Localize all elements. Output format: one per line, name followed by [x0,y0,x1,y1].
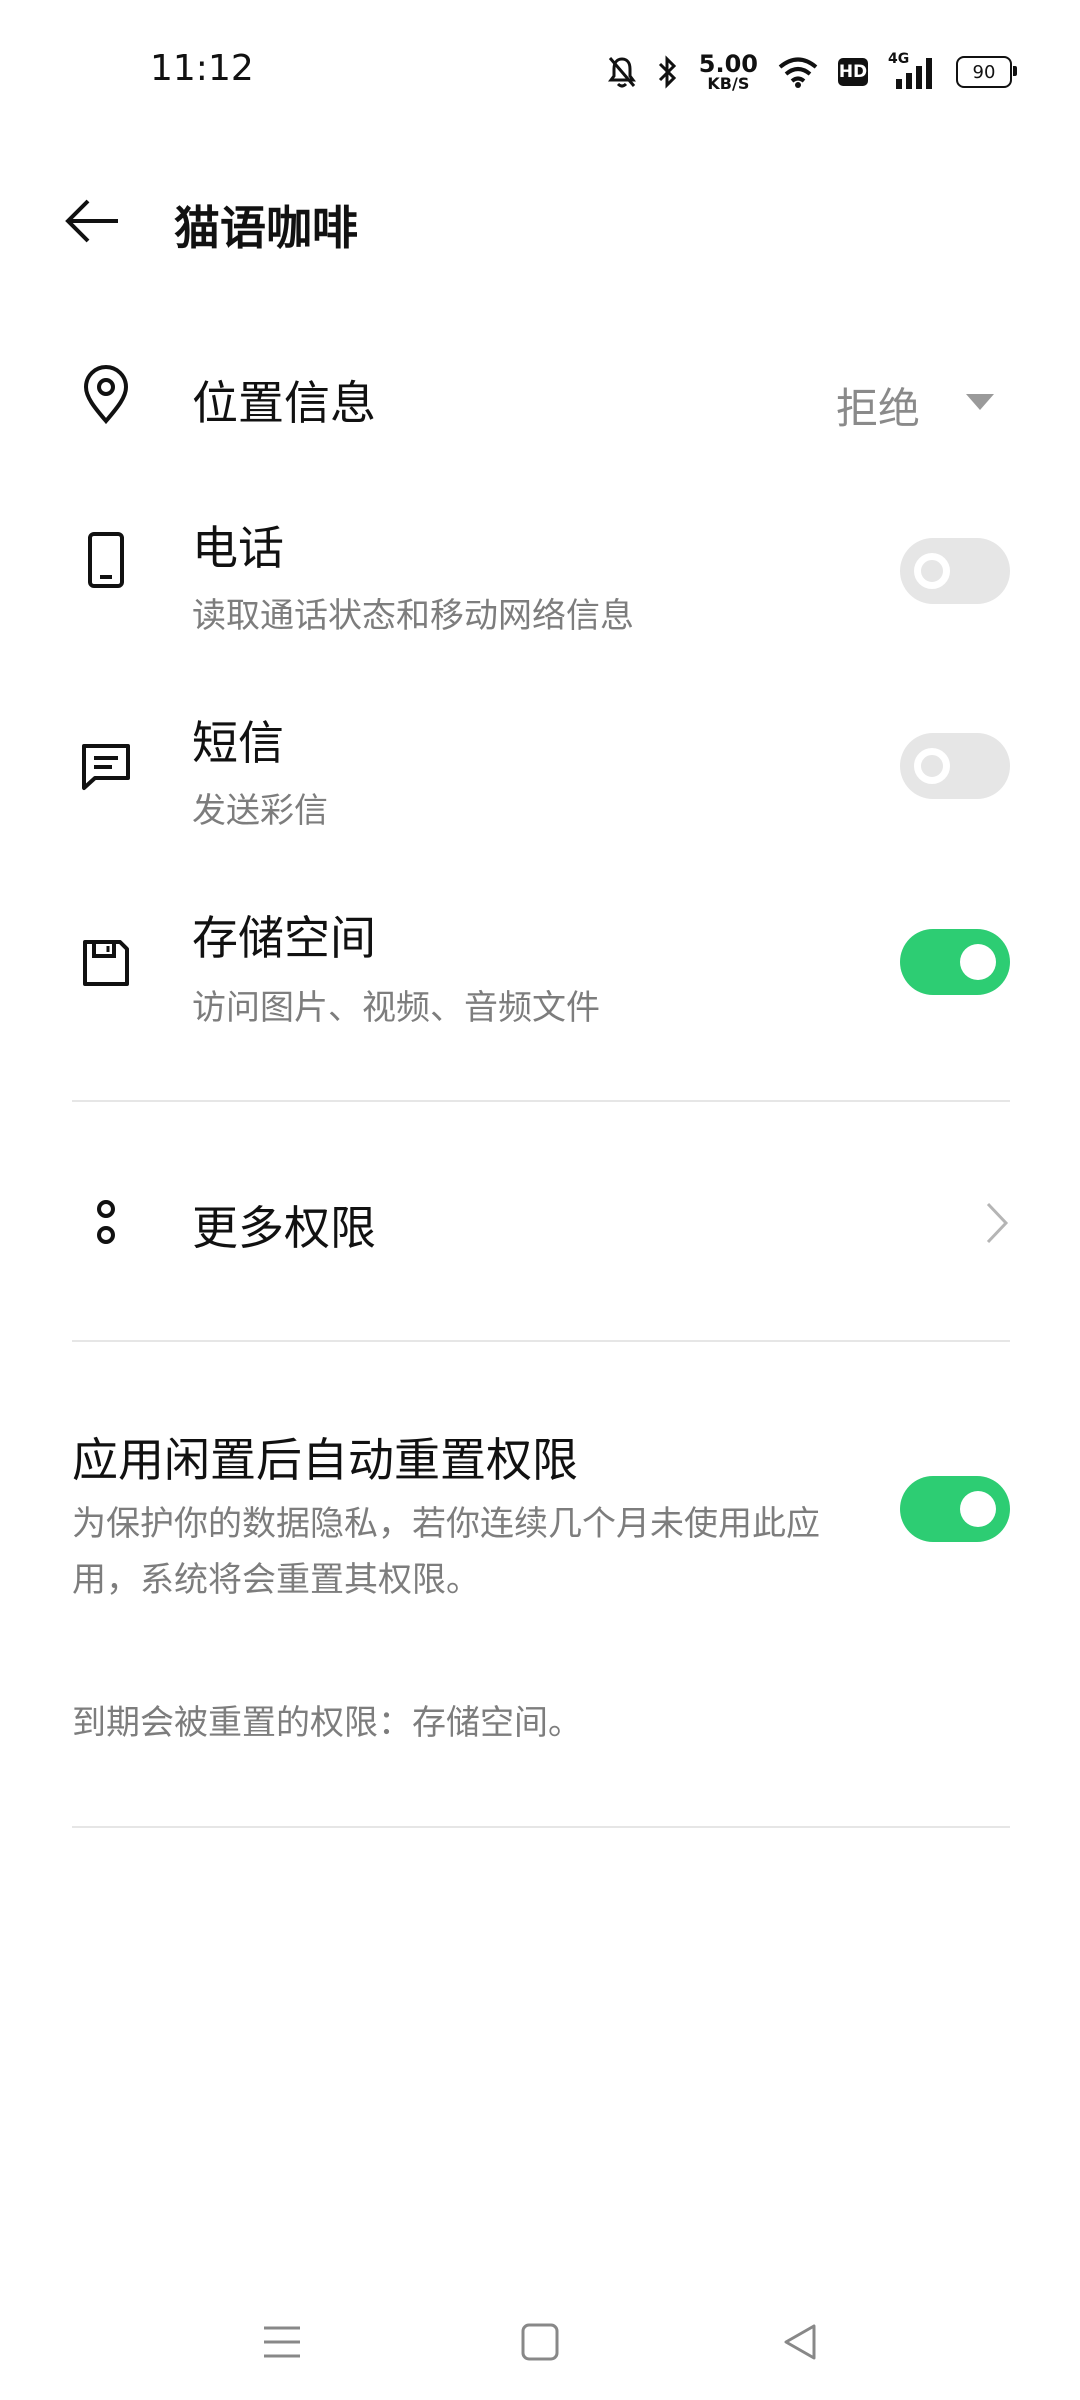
toggle-knob [960,944,996,980]
more-dots-icon [76,1192,136,1252]
network-speed-unit: KB/S [707,74,750,93]
toggle-knob [914,553,950,589]
permission-title-sms: 短信 [192,716,284,770]
storage-permission-toggle[interactable] [900,929,1010,995]
permission-title-storage: 存储空间 [192,911,376,965]
menu-nav-button[interactable] [252,2312,312,2372]
battery-icon: 90 [956,56,1017,88]
message-icon [76,737,136,797]
permission-title-phone: 电话 [192,521,284,575]
home-square-icon [521,2323,559,2361]
network-speed: 5.00 KB/S [699,52,758,92]
divider [72,1100,1010,1102]
page-title: 猫语咖啡 [174,201,358,255]
auto-reset-toggle[interactable] [900,1476,1010,1542]
more-permissions-title: 更多权限 [192,1201,376,1255]
back-triangle-icon [784,2324,816,2360]
more-permissions-row[interactable] [0,1160,1080,1280]
status-time: 11:12 [150,48,254,89]
status-icons: 5.00 KB/S HD 4G 90 [607,50,1017,94]
menu-icon [264,2326,300,2358]
storage-icon [76,933,136,993]
sms-permission-toggle[interactable] [900,733,1010,799]
toggle-knob [960,1491,996,1527]
auto-reset-title: 应用闲置后自动重置权限 [72,1433,578,1487]
location-permission-value[interactable]: 拒绝 [836,375,920,436]
phone-permission-toggle[interactable] [900,538,1010,604]
silent-bell-icon [607,57,636,88]
permission-title-location: 位置信息 [192,376,376,430]
permission-subtitle-phone: 读取通话状态和移动网络信息 [192,596,634,636]
divider [72,1340,1010,1342]
location-pin-icon [76,365,136,425]
back-nav-button[interactable] [770,2312,830,2372]
dropdown-arrow-icon[interactable] [966,394,994,410]
auto-reset-description: 为保护你的数据隐私，若你连续几个月未使用此应用，系统将会重置其权限。 [72,1504,820,1600]
chevron-right-icon [986,1202,1009,1244]
phone-icon [76,530,136,590]
cellular-signal-icon: 4G [888,51,936,89]
reset-permissions-note: 到期会被重置的权限：存储空间。 [72,1703,582,1743]
divider [72,1826,1010,1828]
home-nav-button[interactable] [510,2312,570,2372]
hd-badge: HD [838,58,868,86]
permission-subtitle-sms: 发送彩信 [192,791,328,831]
toggle-knob [914,748,950,784]
network-speed-value: 5.00 [698,50,758,78]
back-arrow-icon[interactable] [62,190,124,252]
permission-subtitle-storage: 访问图片、视频、音频文件 [192,988,600,1028]
bluetooth-icon [658,55,676,89]
wifi-icon [778,57,818,88]
